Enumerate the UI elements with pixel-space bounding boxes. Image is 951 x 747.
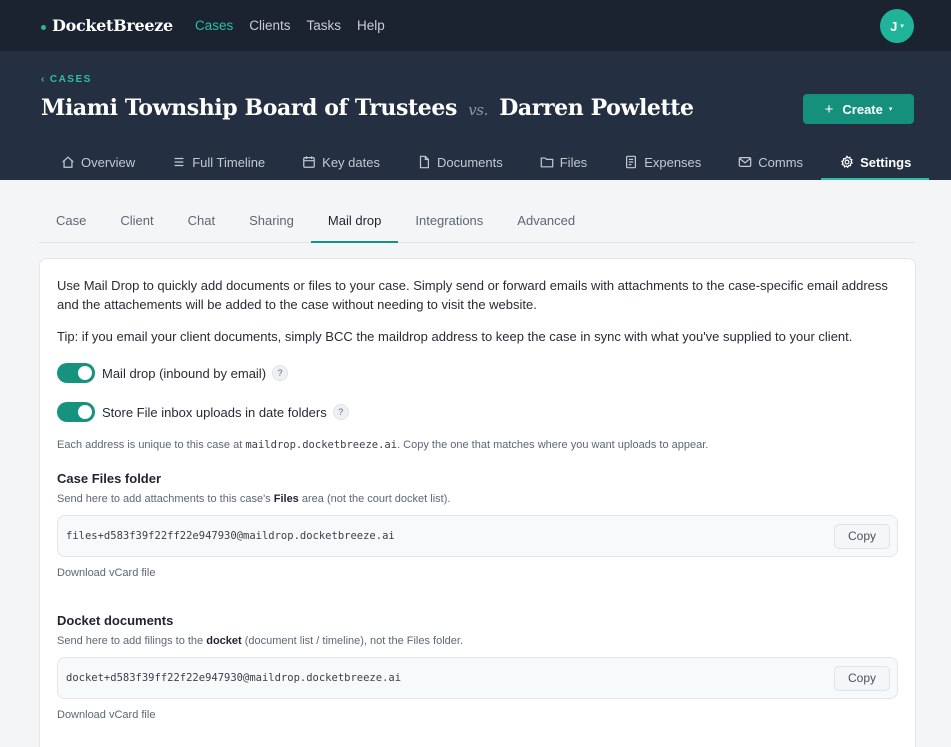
- files-section-desc: Send here to add attachments to this cas…: [57, 493, 898, 505]
- breadcrumb-label: CASES: [49, 74, 92, 85]
- top-navbar: DocketBreeze Cases Clients Tasks Help J …: [0, 0, 951, 51]
- files-section: Case Files folder Send here to add attac…: [57, 471, 898, 579]
- subtab-case[interactable]: Case: [39, 201, 103, 243]
- nav-tasks-link[interactable]: Tasks: [306, 18, 341, 33]
- create-label: Create: [842, 101, 883, 117]
- subtab-mail-drop[interactable]: Mail drop: [310, 201, 399, 243]
- tab-comms[interactable]: Comms: [719, 146, 821, 178]
- toggle-folders-label: Store File inbox uploads in date folders: [102, 404, 327, 420]
- maildrop-tip: Tip: if you email your client documents,…: [57, 329, 853, 344]
- receipt-icon: [626, 155, 637, 169]
- note-prefix: Each address is unique to this case at: [57, 439, 246, 451]
- user-avatar-menu[interactable]: J ▾: [880, 9, 914, 43]
- main-nav: Cases Clients Tasks Help: [195, 18, 401, 33]
- toggle-knob: [78, 366, 92, 380]
- tab-expenses[interactable]: Expenses: [605, 146, 719, 178]
- settings-tabs: Case Client Chat Sharing Mail drop Integ…: [39, 201, 915, 243]
- case-plaintiff: Miami Township Board of Trustees: [41, 95, 457, 121]
- subtab-sharing[interactable]: Sharing: [232, 201, 311, 243]
- toggle-knob: [78, 405, 92, 419]
- copy-files-address-button[interactable]: Copy: [834, 523, 890, 549]
- files-address-box: files+d583f39f22ff22e947930@maildrop.doc…: [57, 515, 898, 557]
- tab-files[interactable]: Files: [521, 146, 605, 178]
- desc-suffix: area (not the court docket list).: [298, 493, 451, 505]
- desc-suffix: (document list / timeline), not the File…: [241, 635, 464, 647]
- maildrop-domain: maildrop.docketbreeze.ai: [245, 439, 398, 451]
- docket-section: Docket documents Send here to add filing…: [57, 613, 898, 721]
- document-icon: [419, 155, 429, 169]
- tab-documents[interactable]: Documents: [398, 146, 521, 178]
- subtab-advanced[interactable]: Advanced: [500, 201, 592, 243]
- address-note: Each address is unique to this case at m…: [57, 439, 898, 451]
- mail-icon: [738, 157, 752, 167]
- date-folders-toggle[interactable]: [57, 402, 95, 422]
- case-defendant: Darren Powlette: [499, 95, 694, 121]
- case-header: ‹ CASES Miami Township Board of Trustees …: [0, 51, 951, 180]
- user-initial: J: [890, 18, 898, 34]
- tab-label: Expenses: [644, 154, 702, 170]
- calendar-icon: [303, 156, 316, 168]
- subtab-client[interactable]: Client: [103, 201, 170, 243]
- note-suffix: . Copy the one that matches where you wa…: [397, 439, 709, 451]
- toggle-row-inbound: Mail drop (inbound by email) ?: [57, 363, 898, 383]
- plus-icon: +: [824, 100, 834, 118]
- tab-full-timeline[interactable]: Full Timeline: [153, 146, 283, 178]
- subtab-integrations[interactable]: Integrations: [398, 201, 500, 243]
- docket-section-title: Docket documents: [57, 613, 174, 628]
- case-tabs: Overview Full Timeline Key dates Documen…: [41, 146, 930, 180]
- case-vs: vs.: [468, 101, 488, 119]
- files-vcard-link[interactable]: Download vCard file: [57, 567, 898, 579]
- app-logo[interactable]: DocketBreeze: [41, 16, 173, 35]
- copy-docket-address-button[interactable]: Copy: [834, 665, 890, 691]
- toggle-row-date-folders: Store File inbox uploads in date folders…: [57, 402, 898, 422]
- caret-down-icon: ▾: [900, 23, 904, 30]
- nav-help-link[interactable]: Help: [357, 18, 385, 33]
- tab-label: Documents: [436, 154, 503, 170]
- maildrop-card: Use Mail Drop to quickly add documents o…: [39, 258, 916, 747]
- desc-bold: docket: [206, 635, 242, 647]
- docket-vcard-link[interactable]: Download vCard file: [57, 709, 898, 721]
- logo-dot-icon: [41, 25, 46, 30]
- tab-label: Key dates: [322, 154, 380, 170]
- app-name: DocketBreeze: [52, 16, 173, 35]
- maildrop-intro: Use Mail Drop to quickly add documents o…: [57, 278, 888, 312]
- case-title: Miami Township Board of Trustees vs. Dar…: [41, 95, 694, 121]
- tab-label: Settings: [860, 154, 912, 170]
- tab-label: Files: [559, 154, 588, 170]
- tab-key-dates[interactable]: Key dates: [283, 146, 398, 178]
- help-icon[interactable]: ?: [272, 365, 289, 381]
- tab-settings[interactable]: Settings: [821, 146, 930, 180]
- desc-bold: Files: [273, 493, 299, 505]
- files-section-title: Case Files folder: [57, 471, 162, 486]
- help-icon[interactable]: ?: [332, 404, 349, 420]
- subtab-chat[interactable]: Chat: [171, 201, 232, 243]
- tab-label: Full Timeline: [192, 154, 266, 170]
- nav-clients-link[interactable]: Clients: [249, 18, 290, 33]
- tab-label: Comms: [758, 154, 804, 170]
- home-icon: [62, 156, 74, 168]
- desc-prefix: Send here to add attachments to this cas…: [57, 493, 274, 505]
- docket-section-desc: Send here to add filings to the docket (…: [57, 635, 898, 647]
- gear-icon: [840, 155, 854, 169]
- caret-down-icon: ▾: [888, 106, 893, 113]
- docket-address[interactable]: docket+d583f39ff22f22e947930@maildrop.do…: [66, 672, 401, 684]
- desc-prefix: Send here to add filings to the: [57, 635, 207, 647]
- create-button[interactable]: + Create ▾: [803, 94, 914, 124]
- toggle-inbound-label: Mail drop (inbound by email): [102, 365, 267, 381]
- files-address[interactable]: files+d583f39f22ff22e947930@maildrop.doc…: [66, 530, 395, 542]
- docket-address-box: docket+d583f39ff22f22e947930@maildrop.do…: [57, 657, 898, 699]
- breadcrumb-cases[interactable]: ‹ CASES: [41, 74, 96, 85]
- nav-cases-link[interactable]: Cases: [195, 18, 233, 33]
- tab-label: Overview: [81, 154, 136, 170]
- maildrop-inbound-toggle[interactable]: [57, 363, 95, 383]
- tab-overview[interactable]: Overview: [41, 146, 153, 178]
- list-icon: [174, 157, 184, 167]
- folder-icon: [540, 157, 554, 168]
- chevron-left-icon: ‹: [41, 74, 46, 85]
